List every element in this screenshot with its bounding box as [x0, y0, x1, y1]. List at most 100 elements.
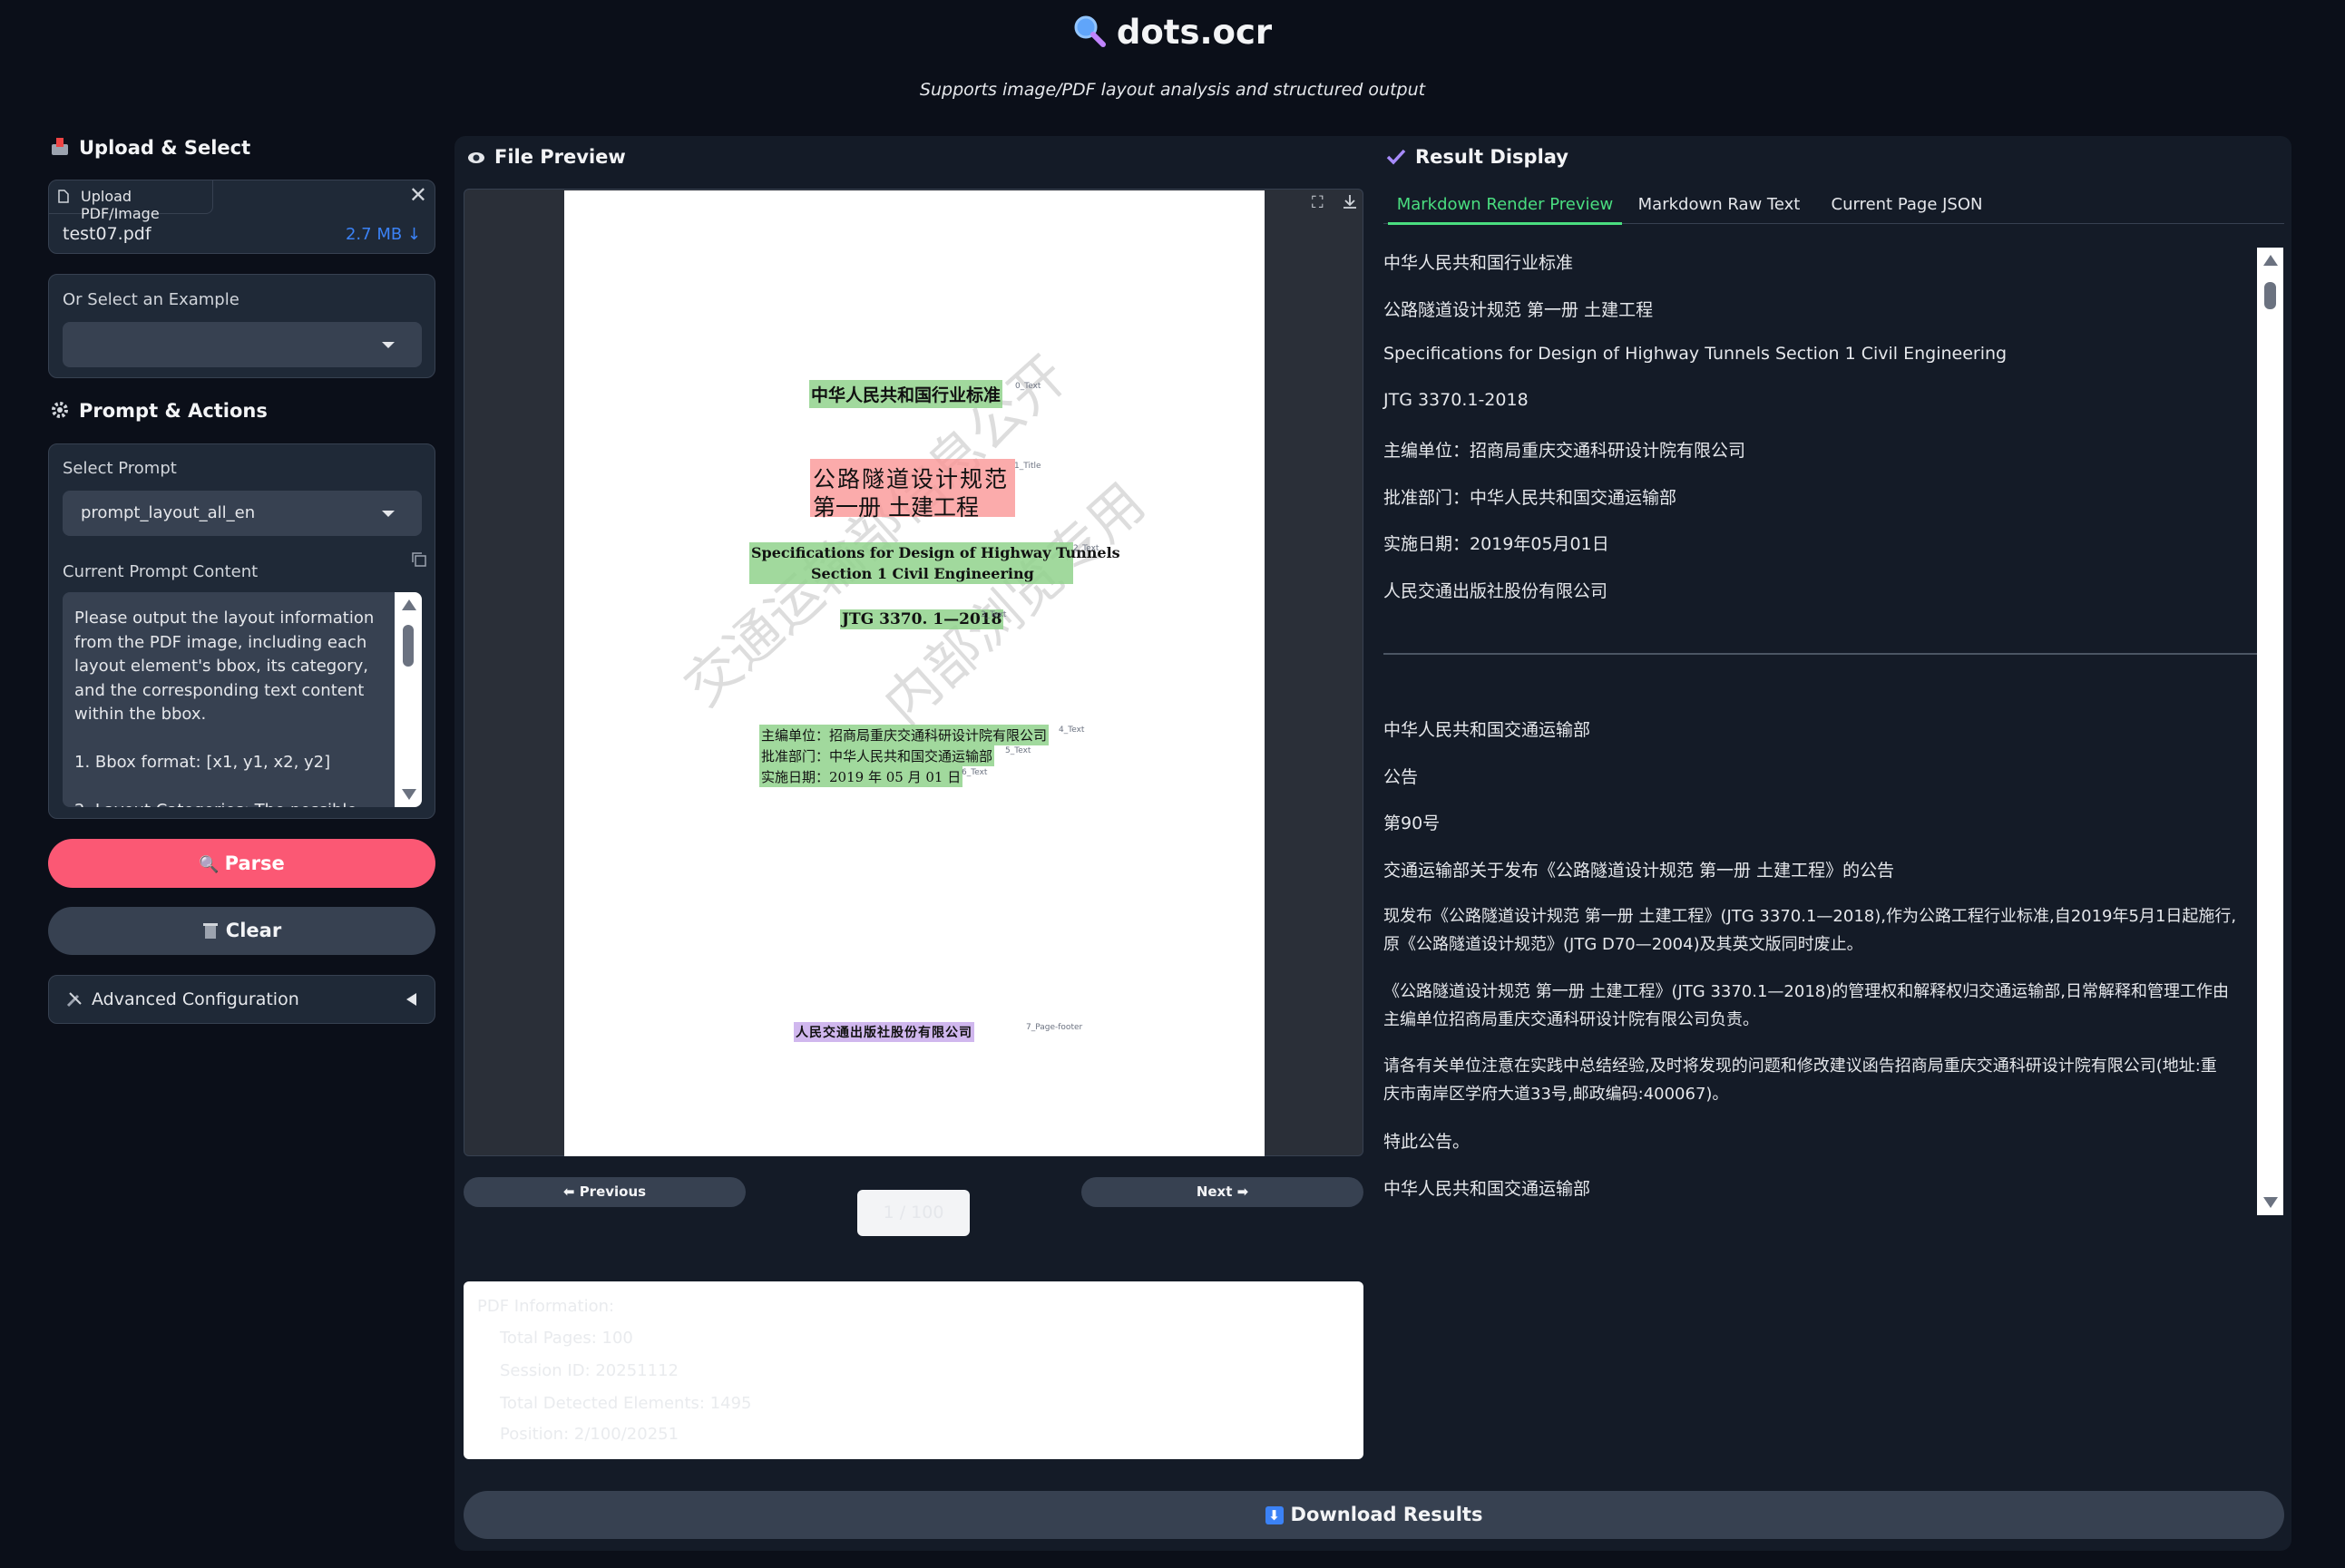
result-paragraph: 原《公路隧道设计规范》(JTG D70—2004)及其英文版同时废止。	[1383, 935, 1863, 954]
advanced-config-label: Advanced Configuration	[92, 989, 299, 1009]
scroll-up-icon[interactable]	[2263, 255, 2278, 266]
download-results-button[interactable]: ⬇ Download Results	[464, 1491, 2284, 1539]
pdf-line: Section 1 Civil Engineering	[811, 565, 1034, 582]
app-title-text: dots.ocr	[1116, 13, 1273, 52]
layout-box-text: Specifications for Design of Highway Tun…	[749, 542, 1120, 584]
current-prompt-label: Current Prompt Content	[63, 562, 259, 581]
result-paragraph: 公告	[1383, 767, 1419, 787]
previous-page-button[interactable]: ⬅ Previous	[464, 1177, 746, 1207]
pdf-info-line: Session ID: 20251112	[500, 1361, 679, 1380]
file-preview-title: File Preview	[467, 146, 626, 168]
textarea-scrollbar[interactable]	[395, 592, 422, 807]
copy-icon[interactable]	[411, 551, 427, 568]
parse-button-label: Parse	[224, 852, 285, 874]
result-paragraph: 中华人民共和国交通运输部	[1383, 720, 1591, 740]
uploaded-file-name[interactable]: test07.pdf	[63, 224, 151, 244]
result-paragraph: Specifications for Design of Highway Tun…	[1383, 344, 2008, 364]
pdf-info-box: PDF Information: Total Pages: 100 Sessio…	[464, 1281, 1363, 1459]
tools-icon	[66, 992, 82, 1008]
result-paragraph: 《公路隧道设计规范 第一册 土建工程》(JTG 3370.1—2018)的管理权…	[1383, 982, 2229, 1001]
clear-button[interactable]: Clear	[48, 907, 435, 955]
layout-box-tag: 4_Text	[1059, 726, 1085, 735]
gear-icon	[52, 402, 68, 418]
example-select-panel: Or Select an Example	[48, 274, 435, 378]
layout-box-text: 实施日期：2019 年 05 月 01 日	[759, 766, 963, 787]
next-page-button[interactable]: Next ➡	[1081, 1177, 1363, 1207]
prompt-section-title: Prompt & Actions	[50, 400, 268, 422]
pdf-info-line: Total Detected Elements: 1495	[500, 1394, 752, 1413]
upload-label-chip: Upload PDF/Image	[49, 180, 213, 222]
prompt-textarea[interactable]: Please output the layout information fro…	[63, 592, 422, 807]
scrollbar-thumb[interactable]	[2264, 282, 2276, 309]
magnifier-icon	[1074, 15, 1106, 47]
result-paragraph: 实施日期：2019年05月01日	[1383, 534, 1609, 554]
fullscreen-icon[interactable]: ⛶	[1312, 193, 1324, 212]
inbox-tray-icon	[52, 138, 68, 155]
pdf-info-title: PDF Information:	[477, 1297, 615, 1316]
tab-markdown-render-preview[interactable]: Markdown Render Preview	[1388, 193, 1622, 225]
close-icon[interactable]: ✕	[409, 184, 427, 206]
prompt-panel: Select Prompt prompt_layout_all_en Curre…	[48, 443, 435, 819]
result-paragraph: 第90号	[1383, 813, 1441, 833]
file-size-download-link[interactable]: 2.7 MB ↓	[346, 225, 421, 244]
select-prompt-label: Select Prompt	[63, 459, 177, 478]
chevron-left-icon	[406, 993, 416, 1006]
result-paragraph: 公路隧道设计规范 第一册 土建工程	[1383, 300, 1654, 320]
layout-box-tag: 3_Text	[981, 610, 1007, 619]
result-paragraph: 现发布《公路隧道设计规范 第一册 土建工程》(JTG 3370.1—2018),…	[1383, 907, 2237, 926]
example-dropdown[interactable]	[63, 322, 422, 367]
download-arrow-icon: ⬇	[1265, 1506, 1284, 1524]
pdf-line: Specifications for Design of Highway Tun…	[751, 544, 1120, 561]
layout-box-tag: 0_Text	[1015, 382, 1041, 391]
clear-button-label: Clear	[225, 920, 282, 941]
check-icon	[1386, 149, 1406, 165]
prompt-textarea-content: Please output the layout information fro…	[74, 609, 375, 807]
result-display-label: Result Display	[1415, 146, 1568, 168]
scrollbar-thumb[interactable]	[403, 625, 414, 667]
result-paragraph: JTG 3370.1-2018	[1383, 390, 1529, 410]
scroll-down-icon[interactable]	[2263, 1197, 2278, 1208]
result-paragraph: 主编单位招商局重庆交通科研设计院有限公司负责。	[1383, 1010, 1759, 1029]
magnifier-icon: 🔍	[199, 855, 220, 874]
advanced-config-accordion[interactable]: Advanced Configuration	[48, 975, 435, 1024]
app-subtitle: Supports image/PDF layout analysis and s…	[919, 80, 1426, 100]
layout-box-tag: 7_Page-footer	[1026, 1023, 1083, 1032]
result-scrollbar[interactable]	[2257, 248, 2283, 1215]
arrow-right-icon: ➡	[1232, 1183, 1249, 1200]
result-paragraph: 主编单位：招商局重庆交通科研设计院有限公司	[1383, 441, 1746, 461]
layout-box-title: 公路隧道设计规范 第一册 土建工程	[810, 459, 1015, 521]
result-paragraph: 庆市南岸区学府大道33号,邮政编码:400067)。	[1383, 1085, 1729, 1104]
page-counter: 1 / 100	[857, 1190, 970, 1236]
result-paragraph: 中华人民共和国行业标准	[1383, 253, 1574, 273]
pdf-title-line: 第一册 土建工程	[813, 494, 979, 521]
download-icon[interactable]	[1342, 193, 1358, 209]
prompt-dropdown[interactable]: prompt_layout_all_en	[63, 491, 422, 536]
chevron-down-icon	[382, 511, 395, 517]
result-paragraph: 人民交通出版社股份有限公司	[1383, 581, 1608, 601]
layout-box-text: 中华人民共和国行业标准	[809, 380, 1003, 408]
result-paragraph: 交通运输部关于发布《公路隧道设计规范 第一册 土建工程》的公告	[1383, 861, 1895, 881]
example-select-label: Or Select an Example	[63, 290, 239, 309]
trash-icon	[202, 923, 218, 939]
tab-current-page-json[interactable]: Current Page JSON	[1821, 193, 1993, 222]
layout-box-tag: 1_Title	[1014, 462, 1041, 471]
scroll-down-icon[interactable]	[402, 789, 416, 800]
scroll-up-icon[interactable]	[402, 599, 416, 610]
pdf-info-line: Position: 2/100/20251	[500, 1425, 679, 1444]
upload-section-title: Upload & Select	[50, 137, 250, 159]
result-paragraph: 批准部门：中华人民共和国交通运输部	[1383, 488, 1677, 508]
result-paragraph: 请各有关单位注意在实践中总结经验,及时将发现的问题和修改建议函告招商局重庆交通科…	[1383, 1057, 2217, 1076]
tab-markdown-raw-text[interactable]: Markdown Raw Text	[1628, 193, 1810, 222]
next-label: Next	[1196, 1183, 1233, 1200]
prompt-dropdown-value: prompt_layout_all_en	[81, 503, 256, 522]
parse-button[interactable]: 🔍 Parse	[48, 839, 435, 888]
result-paragraph: 中华人民共和国交通运输部	[1383, 1179, 1591, 1199]
pdf-page-image: 交通运输部信息公开 内部浏览专用 中华人民共和国行业标准 0_Text 公路隧道…	[564, 190, 1265, 1156]
app-title: dots.ocr	[0, 13, 2345, 52]
chevron-down-icon	[382, 342, 395, 348]
file-upload-box[interactable]: Upload PDF/Image ✕ test07.pdf 2.7 MB ↓	[48, 180, 435, 254]
horizontal-rule	[1383, 653, 2259, 655]
layout-box-tag: 6_Text	[962, 768, 988, 777]
prompt-section-label: Prompt & Actions	[79, 400, 268, 422]
file-preview-label: File Preview	[494, 146, 626, 168]
